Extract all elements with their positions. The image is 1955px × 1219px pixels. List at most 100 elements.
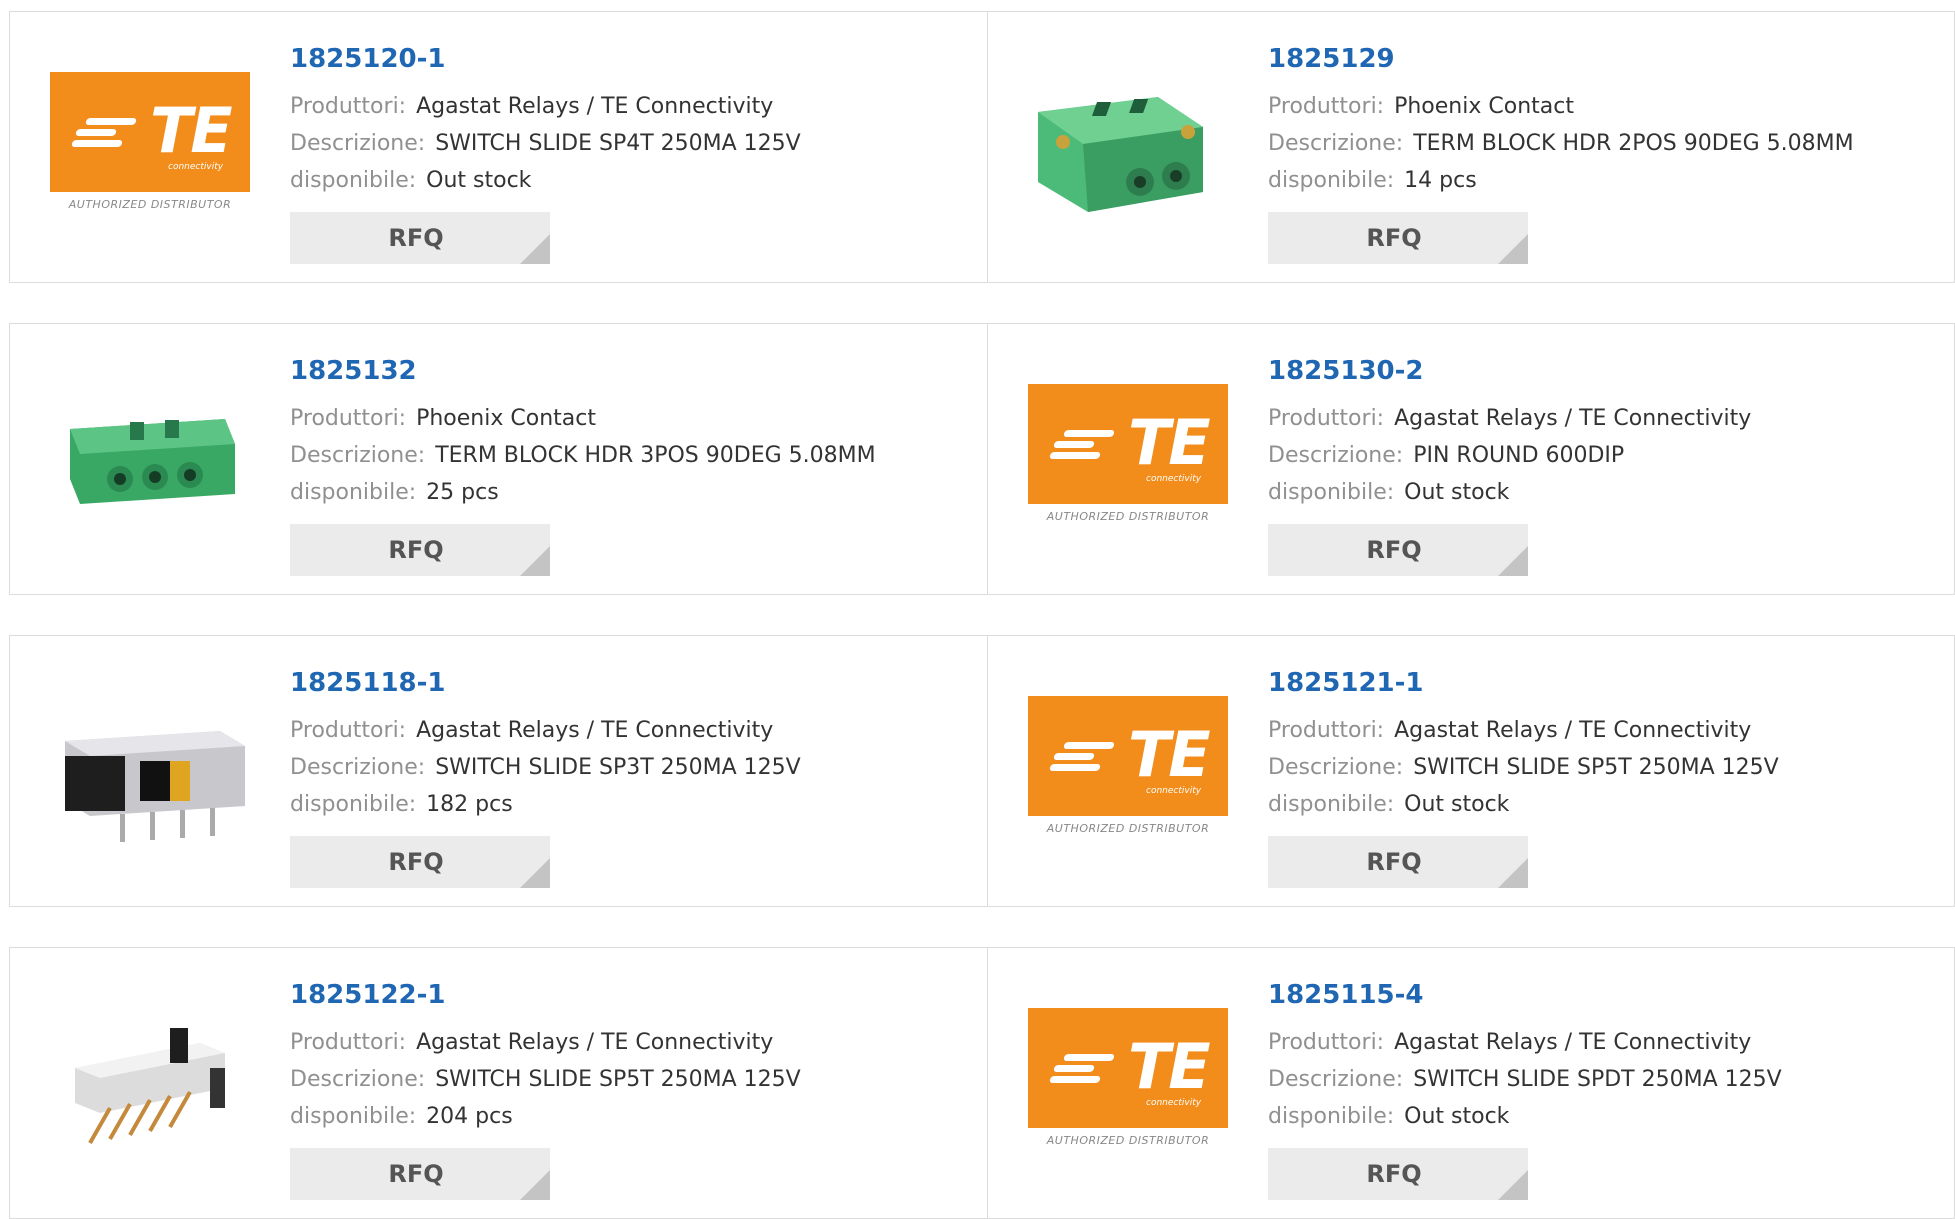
description-field: Descrizione: SWITCH SLIDE SP4T 250MA 125V [290, 131, 801, 156]
corner-triangle-icon [520, 1170, 550, 1200]
manufacturer-field: Produttori: Agastat Relays / TE Connectiv… [290, 1030, 773, 1055]
description-label: Descrizione: [290, 131, 426, 156]
manufacturer-label: Produttori: [1268, 406, 1385, 431]
part-number-link[interactable]: 1825118-1 [290, 668, 446, 698]
product-card: TE connectivity AUTHORIZED DISTRIBUTOR 1… [10, 12, 986, 282]
availability-field: disponibile: 25 pcs [290, 480, 499, 505]
availability-value: 14 pcs [1404, 168, 1477, 193]
description-field: Descrizione: SWITCH SLIDE SP3T 250MA 125V [290, 755, 801, 780]
availability-value: Out stock [1404, 792, 1510, 817]
description-label: Descrizione: [1268, 755, 1404, 780]
rfq-button[interactable]: RFQ [1268, 836, 1528, 888]
rfq-label: RFQ [1366, 536, 1422, 564]
green-terminal-2pos-image[interactable] [1028, 72, 1228, 222]
availability-value: 182 pcs [426, 792, 513, 817]
availability-label: disponibile: [1268, 168, 1395, 193]
description-value: SWITCH SLIDE SP5T 250MA 125V [435, 1067, 801, 1092]
rfq-label: RFQ [388, 848, 444, 876]
part-number-link[interactable]: 1825115-4 [1268, 980, 1424, 1010]
manufacturer-value: Agastat Relays / TE Connectivity [1394, 718, 1752, 743]
part-number-link[interactable]: 1825129 [1268, 44, 1395, 74]
rfq-label: RFQ [388, 536, 444, 564]
description-value: TERM BLOCK HDR 3POS 90DEG 5.08MM [435, 443, 876, 468]
part-number-link[interactable]: 1825121-1 [1268, 668, 1424, 698]
te-logo-brand: TE [150, 94, 233, 167]
manufacturer-value: Agastat Relays / TE Connectivity [1394, 406, 1752, 431]
product-card: TE connectivity AUTHORIZED DISTRIBUTOR 1… [987, 948, 1955, 1218]
green-terminal-3pos-image[interactable] [50, 384, 250, 534]
description-value: TERM BLOCK HDR 2POS 90DEG 5.08MM [1413, 131, 1854, 156]
availability-label: disponibile: [290, 792, 417, 817]
availability-label: disponibile: [1268, 1104, 1395, 1129]
te-logo-brand: TE [1128, 406, 1211, 479]
description-label: Descrizione: [290, 443, 426, 468]
availability-value: Out stock [1404, 480, 1510, 505]
availability-field: disponibile: 204 pcs [290, 1104, 513, 1129]
manufacturer-label: Produttori: [290, 406, 407, 431]
slide-switch-white-image[interactable] [50, 1008, 250, 1158]
te-logo-image[interactable]: TE connectivity AUTHORIZED DISTRIBUTOR [50, 72, 250, 222]
corner-triangle-icon [520, 858, 550, 888]
rfq-button[interactable]: RFQ [1268, 1148, 1528, 1200]
product-card: 1825129 Produttori: Phoenix Contact Descr… [987, 12, 1955, 282]
availability-field: disponibile: 14 pcs [1268, 168, 1477, 193]
rfq-label: RFQ [1366, 1160, 1422, 1188]
te-logo-brand: TE [1128, 1030, 1211, 1103]
availability-value: Out stock [1404, 1104, 1510, 1129]
product-row: TE connectivity AUTHORIZED DISTRIBUTOR 1… [9, 11, 1955, 283]
part-number-link[interactable]: 1825132 [290, 356, 417, 386]
te-logo-image[interactable]: TE connectivity AUTHORIZED DISTRIBUTOR [1028, 696, 1228, 846]
description-field: Descrizione: SWITCH SLIDE SPDT 250MA 125V [1268, 1067, 1782, 1092]
availability-label: disponibile: [1268, 792, 1395, 817]
description-value: SWITCH SLIDE SP4T 250MA 125V [435, 131, 801, 156]
description-label: Descrizione: [290, 755, 426, 780]
part-number-link[interactable]: 1825120-1 [290, 44, 446, 74]
rfq-label: RFQ [1366, 848, 1422, 876]
corner-triangle-icon [1498, 858, 1528, 888]
availability-field: disponibile: 182 pcs [290, 792, 513, 817]
product-row: 1825118-1 Produttori: Agastat Relays / TE… [9, 635, 1955, 907]
rfq-button[interactable]: RFQ [290, 524, 550, 576]
te-logo-sub: connectivity [1146, 786, 1202, 796]
description-label: Descrizione: [1268, 131, 1404, 156]
corner-triangle-icon [1498, 546, 1528, 576]
manufacturer-label: Produttori: [290, 94, 407, 119]
rfq-label: RFQ [388, 224, 444, 252]
manufacturer-label: Produttori: [1268, 1030, 1385, 1055]
rfq-button[interactable]: RFQ [1268, 212, 1528, 264]
te-logo-sub: connectivity [1146, 474, 1202, 484]
authorized-distributor-label: AUTHORIZED DISTRIBUTOR [1046, 1134, 1210, 1147]
part-number-link[interactable]: 1825122-1 [290, 980, 446, 1010]
manufacturer-field: Produttori: Agastat Relays / TE Connectiv… [1268, 1030, 1751, 1055]
rfq-button[interactable]: RFQ [290, 836, 550, 888]
corner-triangle-icon [1498, 234, 1528, 264]
availability-label: disponibile: [290, 480, 417, 505]
corner-triangle-icon [1498, 1170, 1528, 1200]
description-label: Descrizione: [290, 1067, 426, 1092]
manufacturer-label: Produttori: [1268, 94, 1385, 119]
te-logo-image[interactable]: TE connectivity AUTHORIZED DISTRIBUTOR [1028, 1008, 1228, 1158]
description-field: Descrizione: PIN ROUND 600DIP [1268, 443, 1624, 468]
manufacturer-label: Produttori: [290, 1030, 407, 1055]
rfq-button[interactable]: RFQ [290, 1148, 550, 1200]
description-value: SWITCH SLIDE SP5T 250MA 125V [1413, 755, 1779, 780]
rfq-button[interactable]: RFQ [290, 212, 550, 264]
availability-field: disponibile: Out stock [1268, 792, 1509, 817]
rfq-label: RFQ [388, 1160, 444, 1188]
manufacturer-value: Phoenix Contact [1394, 94, 1574, 119]
authorized-distributor-label: AUTHORIZED DISTRIBUTOR [1046, 510, 1210, 523]
description-field: Descrizione: TERM BLOCK HDR 2POS 90DEG 5.… [1268, 131, 1854, 156]
description-field: Descrizione: SWITCH SLIDE SP5T 250MA 125V [1268, 755, 1779, 780]
description-label: Descrizione: [1268, 1067, 1404, 1092]
rfq-button[interactable]: RFQ [1268, 524, 1528, 576]
availability-value: 204 pcs [426, 1104, 513, 1129]
te-logo-image[interactable]: TE connectivity AUTHORIZED DISTRIBUTOR [1028, 384, 1228, 534]
manufacturer-value: Agastat Relays / TE Connectivity [1394, 1030, 1752, 1055]
manufacturer-label: Produttori: [290, 718, 407, 743]
te-logo-sub: connectivity [1146, 1098, 1202, 1108]
slide-switch-black-image[interactable] [50, 696, 250, 846]
manufacturer-field: Produttori: Phoenix Contact [290, 406, 596, 431]
product-card: TE connectivity AUTHORIZED DISTRIBUTOR 1… [987, 324, 1955, 594]
manufacturer-label: Produttori: [1268, 718, 1385, 743]
part-number-link[interactable]: 1825130-2 [1268, 356, 1424, 386]
